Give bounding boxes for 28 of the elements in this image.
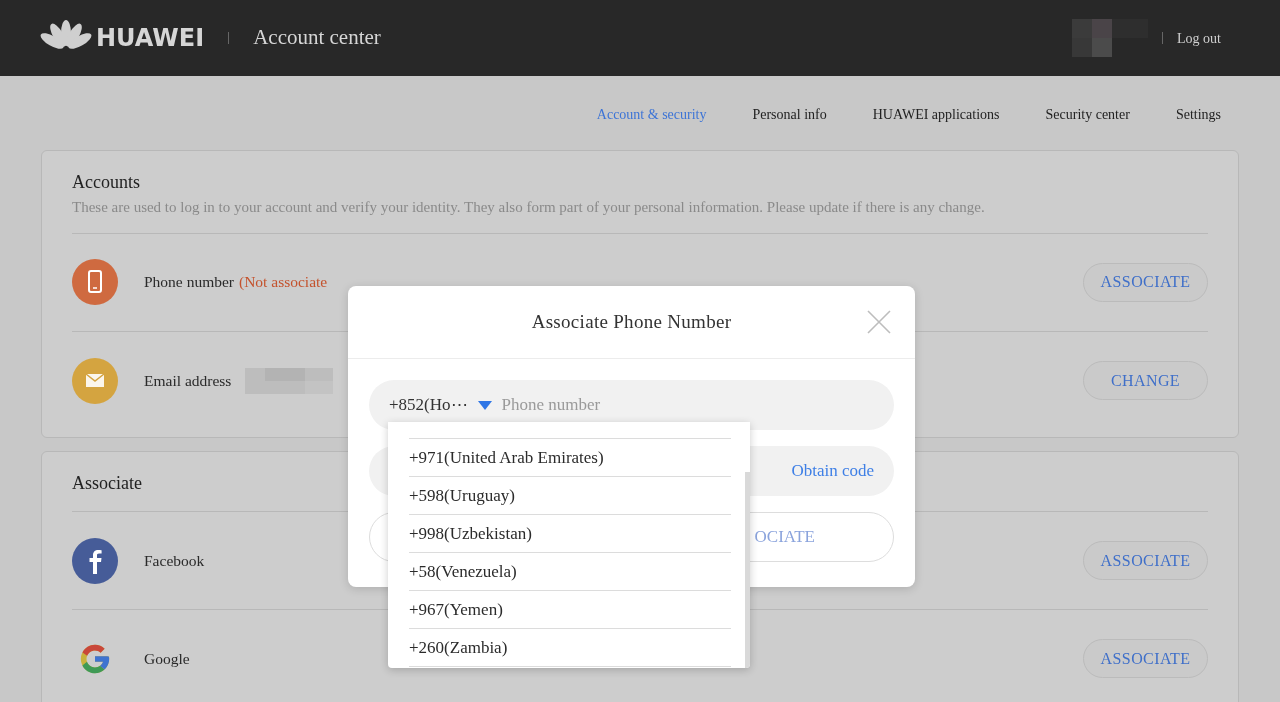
row-label: Facebook [144, 550, 205, 571]
scrollbar-thumb[interactable] [745, 472, 750, 668]
facebook-icon [72, 537, 118, 584]
caret-icon [477, 400, 492, 410]
section-title: Accounts [72, 171, 141, 193]
nav-tab[interactable]: Personal info [752, 104, 827, 124]
country-option[interactable]: +260(Zambia) [409, 629, 731, 667]
country-option[interactable]: +967(Yemen) [409, 591, 731, 629]
section-description: These are used to log in to your account and verify your identity. They also form part of your personal information. Please update if there is any change. [72, 196, 1208, 234]
close-icon[interactable] [867, 310, 891, 334]
dialog-title: Associate Phone Number [531, 309, 732, 334]
nav-tab[interactable]: Security center [1045, 104, 1130, 124]
country-code-select[interactable]: +852(Ho⋯ [389, 392, 468, 418]
row-label: Phone number [144, 272, 234, 293]
nav-tab[interactable]: HUAWEI applications [872, 104, 1000, 124]
status-text: (Not associate [239, 272, 328, 293]
envelope-icon [72, 357, 118, 404]
logout-link[interactable]: Log out [1177, 27, 1221, 49]
nav-tab[interactable]: Settings [1175, 104, 1221, 124]
country-option[interactable]: +598(Uruguay) [409, 477, 731, 515]
country-option[interactable]: +998(Uzbekistan) [409, 515, 731, 553]
row-label: Google [144, 648, 190, 669]
logo-text: HUAWEI [96, 23, 205, 54]
phone-icon [72, 259, 118, 305]
page-title: Account center [253, 24, 381, 52]
country-option[interactable]: +58(Venezuela) [409, 553, 731, 591]
country-option[interactable]: +971(United Arab Emirates) [409, 439, 731, 477]
row-label: Email address [144, 370, 232, 391]
